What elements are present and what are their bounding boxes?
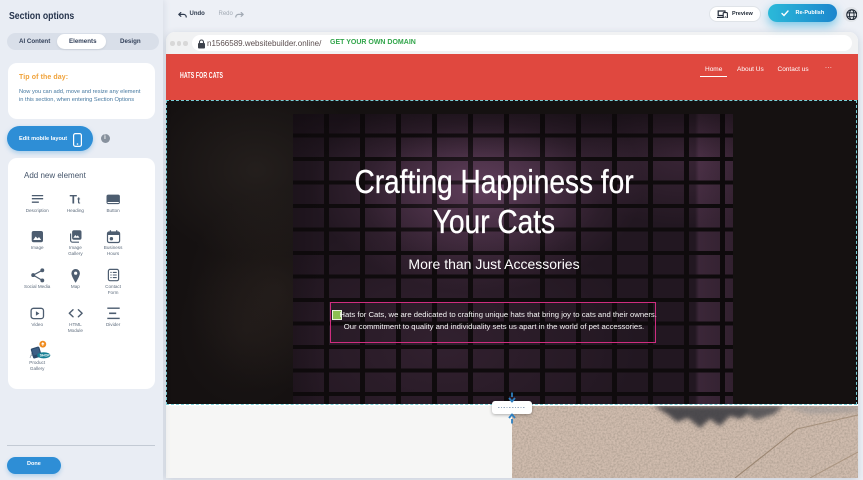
svg-text:t: t (77, 195, 80, 205)
svg-text:SHOP: SHOP (40, 354, 51, 358)
